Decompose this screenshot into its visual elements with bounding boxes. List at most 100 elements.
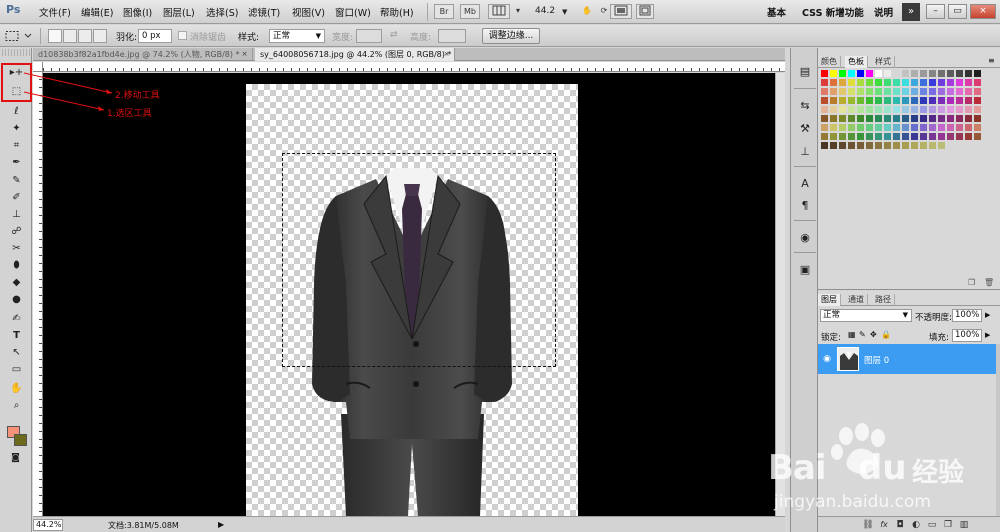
color-swatch[interactable] [857,106,865,114]
clone-stamp-tool-icon[interactable]: ⊥ [9,208,24,222]
height-input[interactable] [438,29,466,43]
color-swatch[interactable] [965,70,973,78]
dodge-tool-icon[interactable]: ● [9,293,24,307]
color-swatch[interactable] [821,115,829,123]
color-swatch[interactable] [839,79,847,87]
view-extras-button[interactable] [488,4,510,19]
color-swatch[interactable] [920,70,928,78]
color-swatch[interactable] [965,133,973,141]
pen-tool-icon[interactable]: ✍ [9,312,24,326]
color-swatch[interactable] [821,97,829,105]
color-swatch[interactable] [965,115,973,123]
color-swatch[interactable] [938,79,946,87]
color-swatch[interactable] [911,97,919,105]
color-swatch[interactable] [857,133,865,141]
navigator-icon[interactable]: ◉ [797,230,813,246]
color-swatch[interactable] [947,133,955,141]
quick-selection-tool-icon[interactable]: ✦ [9,122,24,136]
color-swatch[interactable] [857,79,865,87]
color-swatch[interactable] [911,79,919,87]
color-swatch[interactable] [974,70,982,78]
color-swatch[interactable] [929,115,937,123]
color-swatch[interactable] [884,97,892,105]
color-swatch[interactable] [902,124,910,132]
folder-icon[interactable]: ▭ [926,519,938,531]
color-swatch[interactable] [830,97,838,105]
style-select[interactable]: 正常 ▼ [269,29,325,43]
new-selection-button[interactable] [48,29,62,43]
close-button[interactable]: × [970,4,996,19]
color-swatch[interactable] [938,142,946,150]
color-swatch[interactable] [884,88,892,96]
color-swatch[interactable] [929,70,937,78]
color-swatch[interactable] [938,115,946,123]
hand-tool-icon[interactable]: ✋ [578,4,596,19]
color-swatch[interactable] [965,88,973,96]
move-tool-icon[interactable]: ▸+ [9,66,24,80]
chevron-right-icon[interactable]: ▶ [985,311,990,319]
zoom-field[interactable]: 44.2% [33,519,63,531]
color-swatch[interactable] [893,133,901,141]
tab-document-1[interactable]: d10838b3f82a1fbd4e.jpg @ 74.2% (人物, RGB/… [33,48,253,61]
color-swatch[interactable] [974,133,982,141]
color-swatch[interactable] [884,115,892,123]
vertical-scrollbar[interactable] [775,73,785,516]
color-swatch[interactable] [920,142,928,150]
eyedropper-tool-icon[interactable]: ✒ [9,156,24,170]
color-swatch[interactable] [848,88,856,96]
color-swatch[interactable] [839,70,847,78]
mask-icon[interactable]: ◘ [894,519,906,531]
actions-icon[interactable]: ⇆ [797,98,813,114]
color-swatch[interactable] [974,97,982,105]
color-swatch[interactable] [956,79,964,87]
color-swatch[interactable] [857,142,865,150]
color-swatch[interactable] [839,106,847,114]
menu-edit[interactable]: 编辑(E) [81,5,113,19]
color-swatch[interactable] [875,115,883,123]
menu-image[interactable]: 图像(I) [123,5,152,19]
lock-pixels-icon[interactable]: ✎ [859,330,866,339]
antialias-checkbox[interactable] [178,31,187,40]
color-swatch[interactable] [821,70,829,78]
color-swatch[interactable] [839,97,847,105]
color-swatch[interactable] [947,79,955,87]
color-swatch[interactable] [857,115,865,123]
color-swatch[interactable] [965,79,973,87]
restore-button[interactable]: ▭ [948,4,967,19]
tab-swatches[interactable]: 色板 [845,56,868,68]
color-swatch[interactable] [938,97,946,105]
history-brush-tool-icon[interactable]: ☍ [9,225,24,239]
menu-filter[interactable]: 滤镜(T) [248,5,280,19]
eraser-tool-icon[interactable]: ✂ [9,242,24,256]
color-swatch[interactable] [929,142,937,150]
color-swatch[interactable] [947,97,955,105]
color-swatch[interactable] [956,97,964,105]
zoom-dropdown-arrow[interactable]: ▼ [562,8,567,16]
color-swatch[interactable] [821,88,829,96]
color-swatch[interactable] [920,97,928,105]
history-icon[interactable]: ▤ [797,64,813,80]
color-swatch[interactable] [947,124,955,132]
color-swatch[interactable] [956,133,964,141]
workspace-help[interactable]: 说明 [874,5,893,19]
color-swatch[interactable] [902,70,910,78]
add-to-selection-button[interactable] [63,29,77,43]
trash-icon[interactable]: 🗑 [984,278,994,287]
color-swatch[interactable] [884,106,892,114]
color-swatch[interactable] [848,124,856,132]
color-swatch[interactable] [902,79,910,87]
color-swatch[interactable] [911,142,919,150]
link-icon[interactable]: ⛓ [862,519,874,531]
tool-presets-icon[interactable]: ⚒ [797,121,813,137]
color-swatch[interactable] [848,70,856,78]
menu-help[interactable]: 帮助(H) [380,5,414,19]
color-swatch[interactable] [938,70,946,78]
adjustment-icon[interactable]: ◐ [910,519,922,531]
tab-channels[interactable]: 通道 [845,294,868,306]
zoom-level[interactable]: 44.2 [535,6,555,16]
menu-file[interactable]: 文件(F) [39,5,71,19]
color-swatch[interactable] [830,106,838,114]
workspace-essentials[interactable]: 基本 [767,5,786,19]
color-swatch[interactable] [902,133,910,141]
chevron-right-icon[interactable]: ▶ [218,520,224,529]
